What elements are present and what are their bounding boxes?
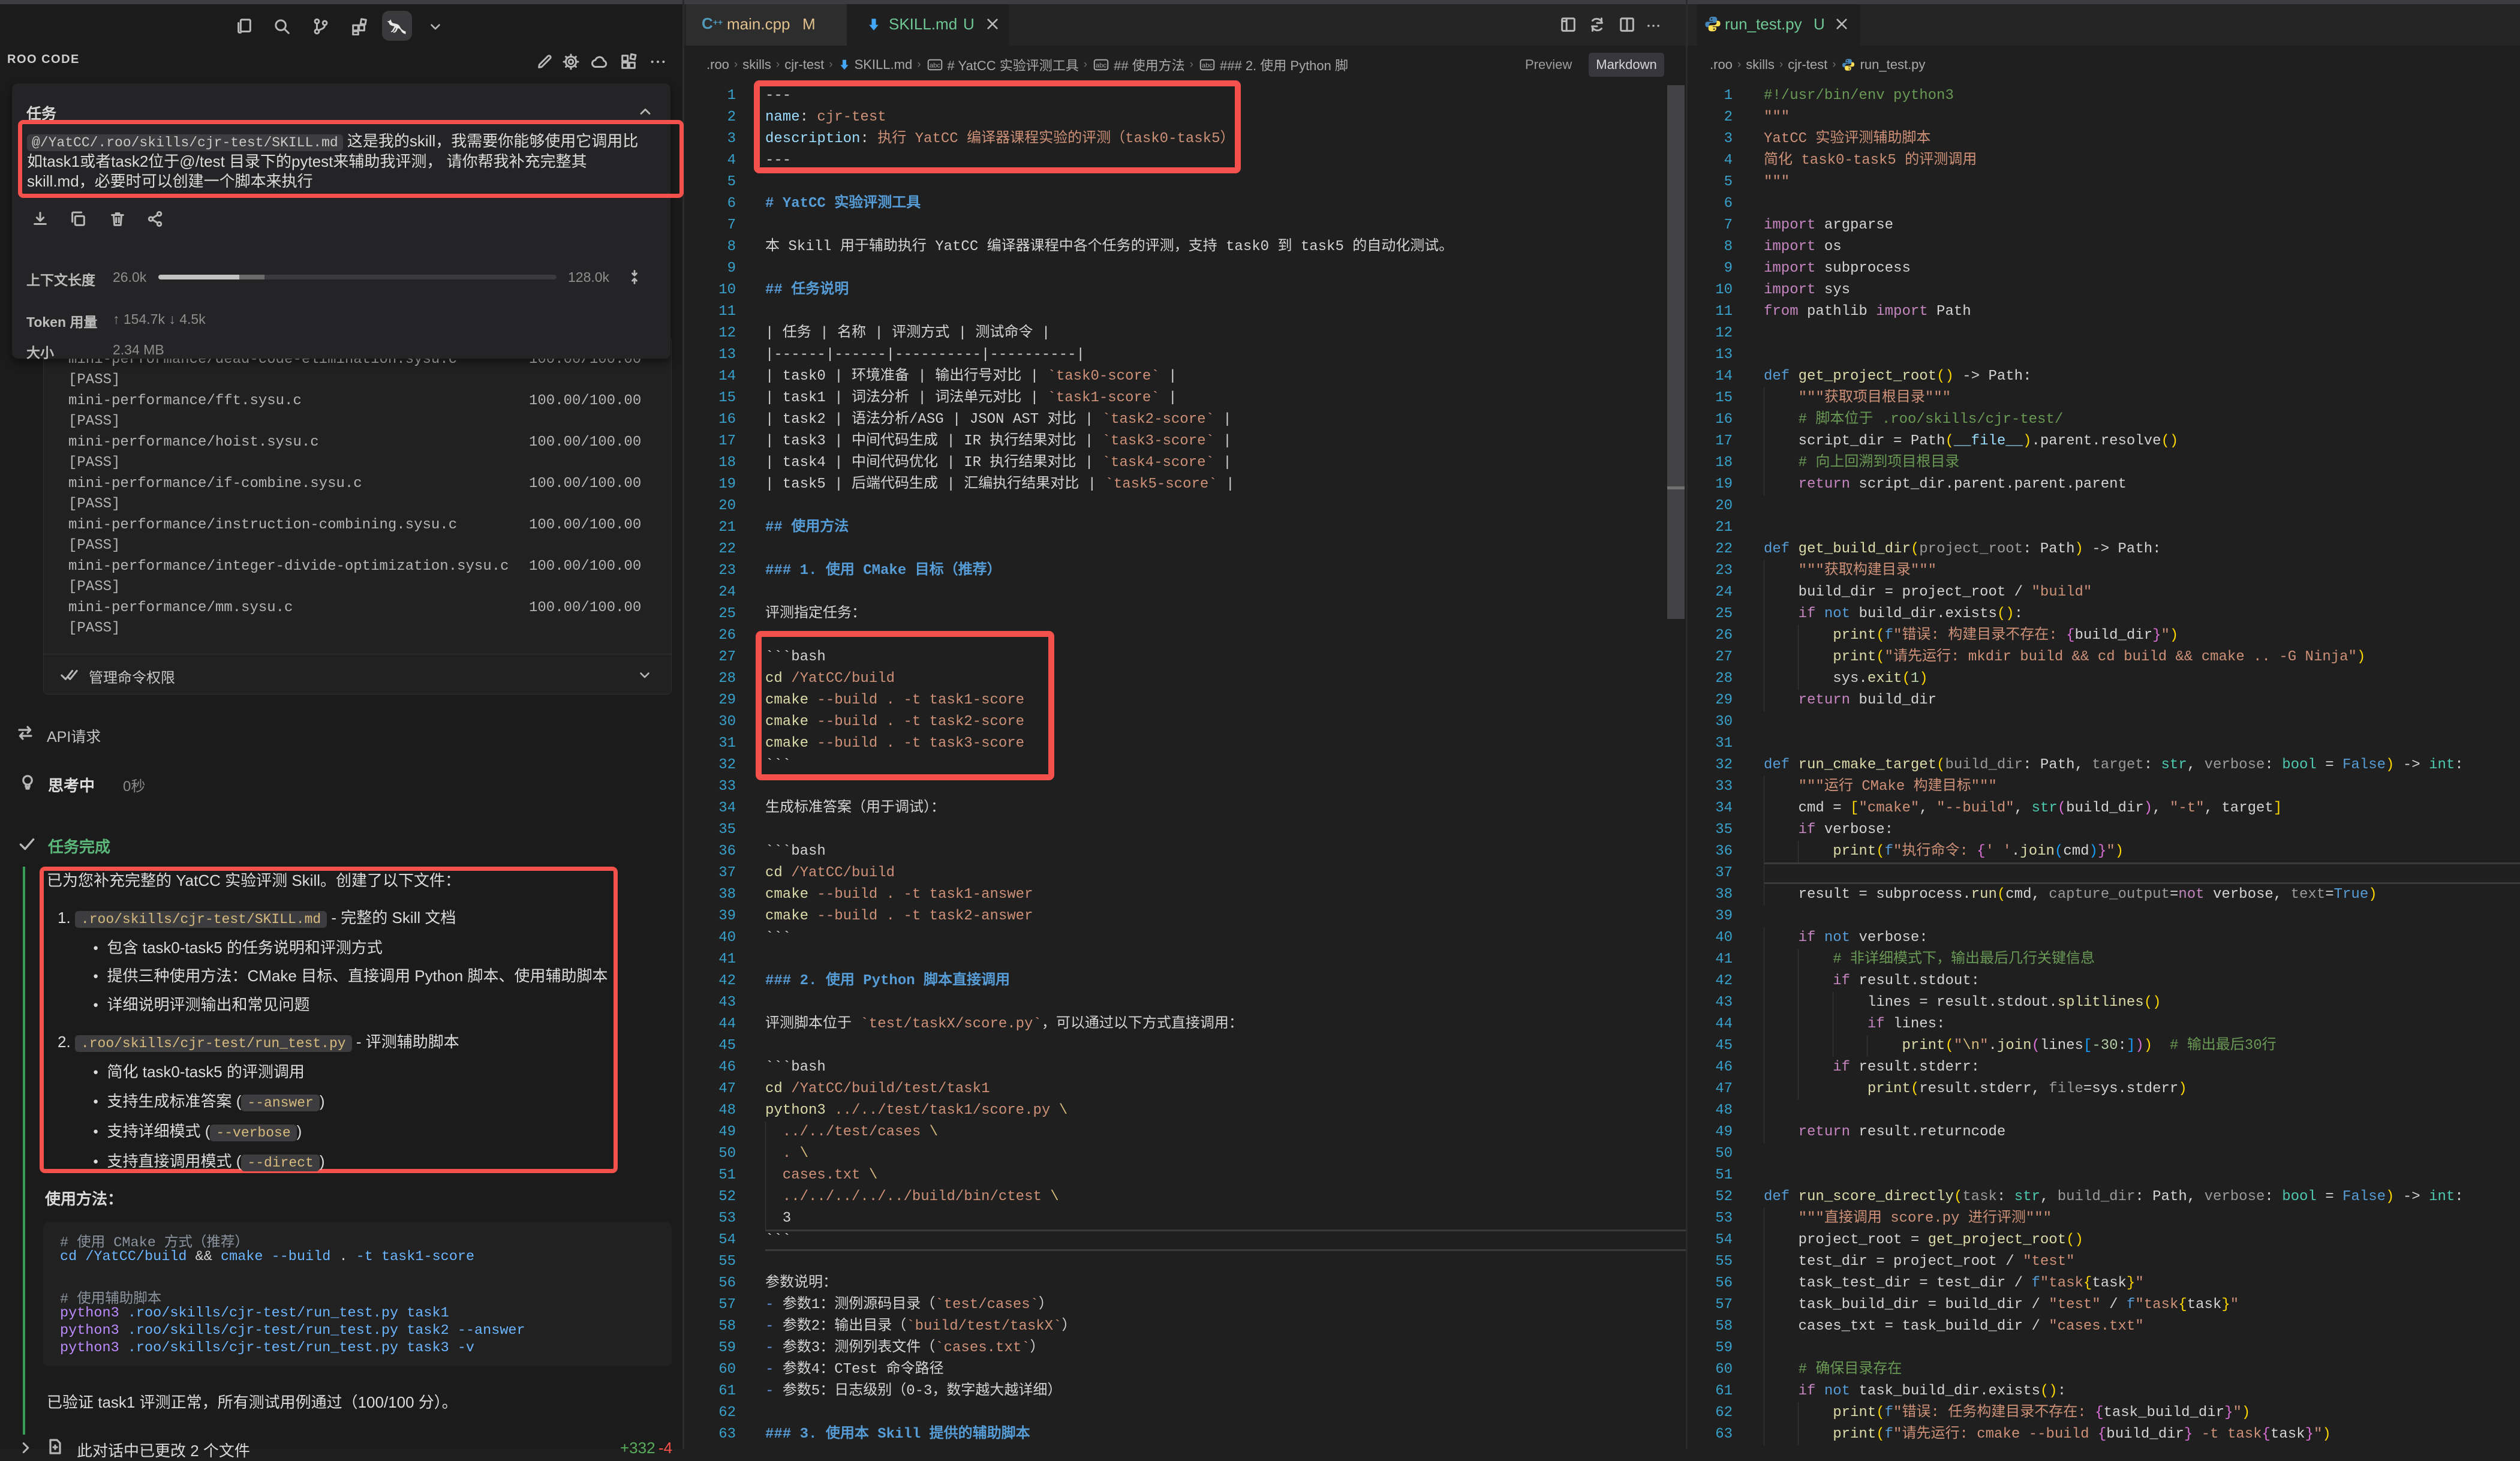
svg-text:abc: abc (1202, 62, 1213, 70)
svg-text:abc: abc (1096, 62, 1107, 70)
svg-text:abc: abc (929, 62, 940, 70)
